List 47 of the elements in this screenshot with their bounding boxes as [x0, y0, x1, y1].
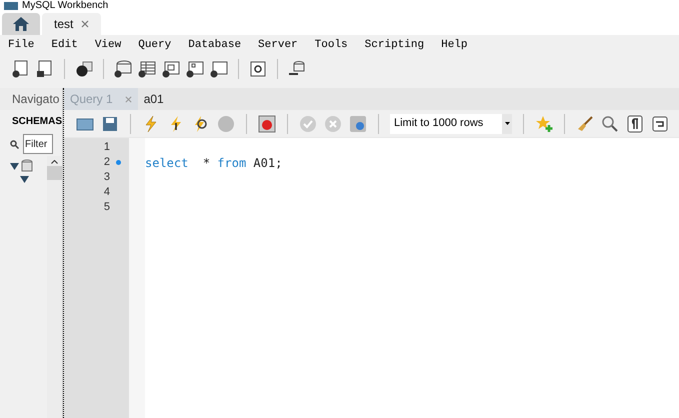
broom-icon[interactable] [576, 114, 594, 132]
line-number: 1 [104, 140, 110, 156]
line-number: 3 [104, 170, 110, 186]
database-icon[interactable] [114, 60, 132, 78]
table-icon[interactable] [138, 60, 156, 78]
close-icon [81, 20, 90, 28]
section-title: SCHEMAS [12, 114, 62, 128]
menu-item[interactable]: View [94, 36, 122, 54]
commit-check-icon[interactable] [299, 114, 317, 132]
scroll-up-icon [51, 160, 58, 164]
scrollbar-thumb[interactable] [47, 166, 62, 180]
word-wrap-icon[interactable] [651, 114, 669, 132]
search-icon [10, 140, 19, 148]
tree-toggle-icon[interactable] [10, 162, 19, 170]
close-icon [124, 96, 132, 102]
line-number: 2 [104, 155, 110, 170]
home-icon [13, 17, 29, 31]
menu-item[interactable]: Tools [314, 36, 348, 54]
auto-commit-icon[interactable] [349, 114, 367, 132]
limit-dropdown[interactable]: Limit to 1000 rows [390, 114, 512, 134]
caret-icon [504, 122, 510, 125]
menu-item[interactable]: Edit [51, 36, 78, 54]
window-title: MySQL Workbench [22, 0, 108, 12]
query-tab[interactable]: a01 [138, 88, 170, 110]
navigator-title: Navigato [12, 91, 60, 108]
star-plus-icon[interactable] [535, 114, 553, 132]
scrollbar[interactable] [47, 156, 62, 418]
tree-toggle-icon[interactable] [20, 175, 29, 184]
line-number: 5 [104, 200, 110, 216]
menu-item[interactable]: Help [441, 36, 468, 54]
database-icon [21, 159, 33, 173]
save-icon[interactable] [101, 114, 119, 132]
menu-item[interactable]: Query [138, 36, 172, 54]
home-tab[interactable] [2, 13, 40, 35]
sql-code: select * from A01; [145, 154, 282, 172]
filter-field[interactable]: Filter [23, 134, 53, 154]
search-icon[interactable] [601, 114, 619, 132]
error-toggle-icon[interactable] [258, 114, 276, 132]
menu-item[interactable]: File [8, 36, 34, 54]
connection-tab[interactable]: test [42, 13, 102, 35]
line-number: 4 [104, 185, 110, 200]
pilcrow-icon[interactable] [626, 114, 644, 132]
info-icon[interactable] [75, 60, 93, 78]
app-logo-icon [4, 2, 18, 10]
menu-item[interactable]: Scripting [364, 36, 424, 54]
menu-item[interactable]: Database [188, 36, 242, 54]
menu-item[interactable]: Server [258, 36, 298, 54]
